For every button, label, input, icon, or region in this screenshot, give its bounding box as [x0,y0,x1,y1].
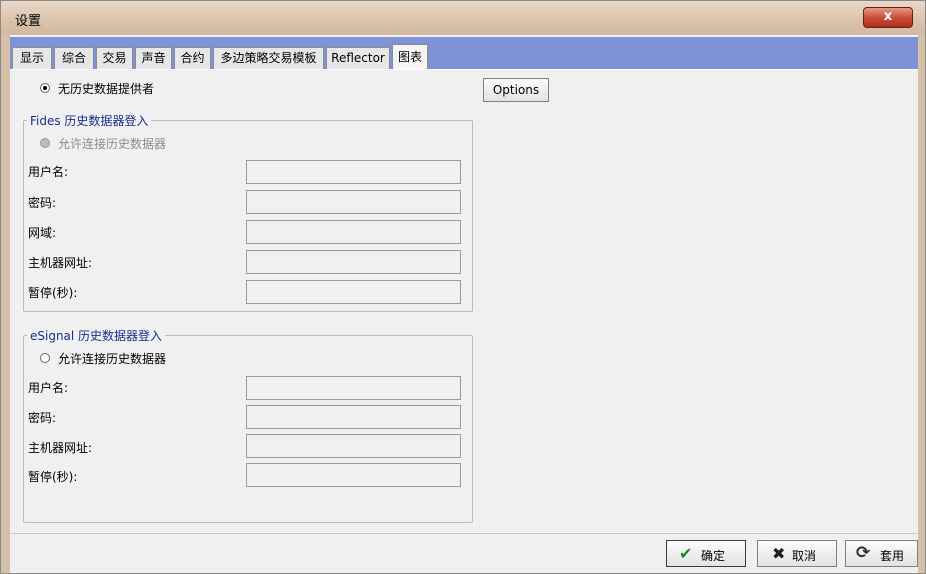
tab-display[interactable]: 显示 [12,47,52,69]
window-right-frame [918,35,925,573]
fides-host-field[interactable] [246,250,461,274]
tab-trading[interactable]: 交易 [96,47,133,69]
cancel-button-label: 取消 [792,549,817,563]
esignal-allow-label: 允许连接历史数据器 [58,352,167,366]
no-provider-radio[interactable] [40,83,50,93]
dialog-footer: ✔ 确定 ✖ 取消 ⟳ 套用 [10,533,918,573]
options-button[interactable]: Options [483,78,549,102]
esignal-timeout-field[interactable] [246,463,461,487]
esignal-username-field[interactable] [246,376,461,400]
close-button[interactable]: x [863,7,913,28]
esignal-username-label: 用户名: [28,381,69,395]
fides-password-field[interactable] [246,190,461,214]
tab-sound[interactable]: 声音 [135,47,172,69]
fides-timeout-field[interactable] [246,280,461,304]
fides-host-label: 主机器网址: [28,256,93,270]
esignal-allow-radio[interactable] [40,353,50,363]
apply-button-label: 套用 [880,549,905,563]
ok-button[interactable]: ✔ 确定 [666,540,746,567]
no-provider-label: 无历史数据提供者 [58,82,155,96]
window-title: 设置 [15,14,42,29]
tab-chart[interactable]: 图表 [392,44,428,70]
title-bar: 设置 x [1,1,925,35]
chart-settings-panel: 无历史数据提供者 Options Fides 历史数据器登入 允许连接历史数据器… [10,69,918,534]
esignal-group-title: eSignal 历史数据器登入 [27,327,166,344]
esignal-password-label: 密码: [28,411,57,425]
esignal-host-label: 主机器网址: [28,441,93,455]
cross-icon: ✖ [772,544,786,563]
fides-username-label: 用户名: [28,165,69,179]
ok-button-label: 确定 [701,549,726,563]
cancel-button[interactable]: ✖ 取消 [757,540,837,567]
apply-button[interactable]: ⟳ 套用 [845,540,918,567]
tab-contract[interactable]: 合约 [174,47,211,69]
refresh-icon: ⟳ [856,543,871,563]
tab-multi-strategy-template[interactable]: 多边策略交易模板 [213,47,324,69]
fides-domain-field[interactable] [246,220,461,244]
esignal-host-field[interactable] [246,434,461,458]
tab-general[interactable]: 综合 [54,47,94,69]
window-left-frame [1,35,10,573]
settings-dialog: 设置 x 显示 综合 交易 声音 合约 多边策略交易模板 Reflector 图… [0,0,926,574]
close-icon: x [883,9,893,24]
fides-allow-radio[interactable] [40,138,50,148]
fides-allow-label: 允许连接历史数据器 [58,137,167,151]
esignal-password-field[interactable] [246,405,461,429]
fides-timeout-label: 暂停(秒): [28,286,78,300]
fides-group-title: Fides 历史数据器登入 [27,112,152,129]
fides-username-field[interactable] [246,160,461,184]
fides-domain-label: 网域: [28,226,57,240]
tab-reflector[interactable]: Reflector [326,47,390,69]
checkmark-icon: ✔ [679,544,693,563]
fides-password-label: 密码: [28,196,57,210]
esignal-timeout-label: 暂停(秒): [28,470,78,484]
